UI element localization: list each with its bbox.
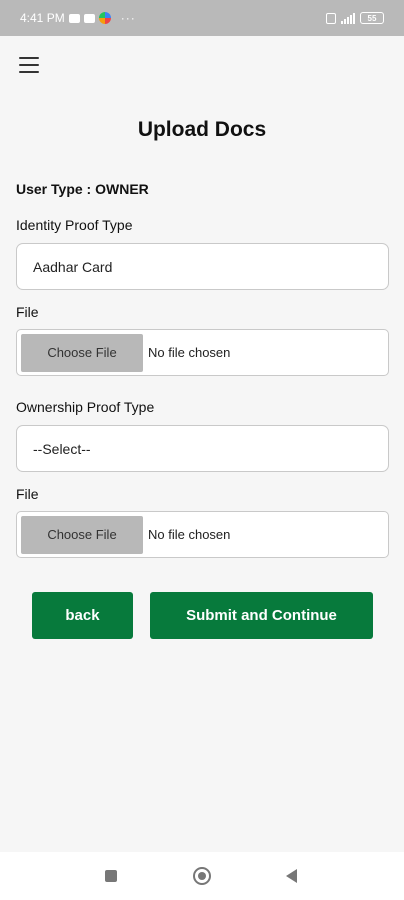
back-button[interactable]: back [32, 592, 133, 639]
status-time: 4:41 PM [20, 11, 65, 25]
ownership-proof-label: Ownership Proof Type [16, 399, 155, 415]
sim-icon [326, 12, 336, 24]
identity-proof-label: Identity Proof Type [16, 217, 133, 233]
file1-label: File [16, 304, 39, 320]
photos-icon [98, 12, 111, 24]
file2-input[interactable]: Choose File No file chosen [16, 511, 389, 558]
ownership-proof-value: --Select-- [33, 440, 91, 457]
file2-label: File [16, 486, 39, 502]
file1-input[interactable]: Choose File No file chosen [16, 329, 389, 376]
file2-choose-button[interactable]: Choose File [21, 515, 143, 554]
identity-proof-select[interactable]: Aadhar Card [16, 243, 389, 290]
status-bar: 4:41 PM ··· 55 [0, 0, 404, 36]
hamburger-menu-icon[interactable] [19, 57, 39, 73]
youtube-icon [68, 13, 80, 23]
file1-status: No file chosen [148, 345, 231, 360]
more-notifications-icon: ··· [120, 11, 136, 25]
back-icon[interactable] [286, 869, 297, 883]
signal-icon [341, 12, 355, 24]
file1-choose-button[interactable]: Choose File [21, 333, 143, 372]
status-left: 4:41 PM ··· [20, 11, 136, 25]
identity-proof-value: Aadhar Card [33, 258, 113, 275]
file2-status: No file chosen [148, 527, 231, 542]
recent-apps-icon[interactable] [105, 870, 117, 882]
status-right: 55 [326, 12, 384, 24]
submit-continue-button[interactable]: Submit and Continue [150, 592, 373, 639]
ownership-proof-select[interactable]: --Select-- [16, 425, 389, 472]
navigation-bar [0, 852, 404, 900]
home-icon[interactable] [193, 867, 211, 885]
youtube-icon [83, 13, 95, 23]
battery-icon: 55 [360, 12, 384, 24]
user-type-label: User Type : OWNER [16, 181, 149, 197]
page-title: Upload Docs [137, 118, 267, 141]
